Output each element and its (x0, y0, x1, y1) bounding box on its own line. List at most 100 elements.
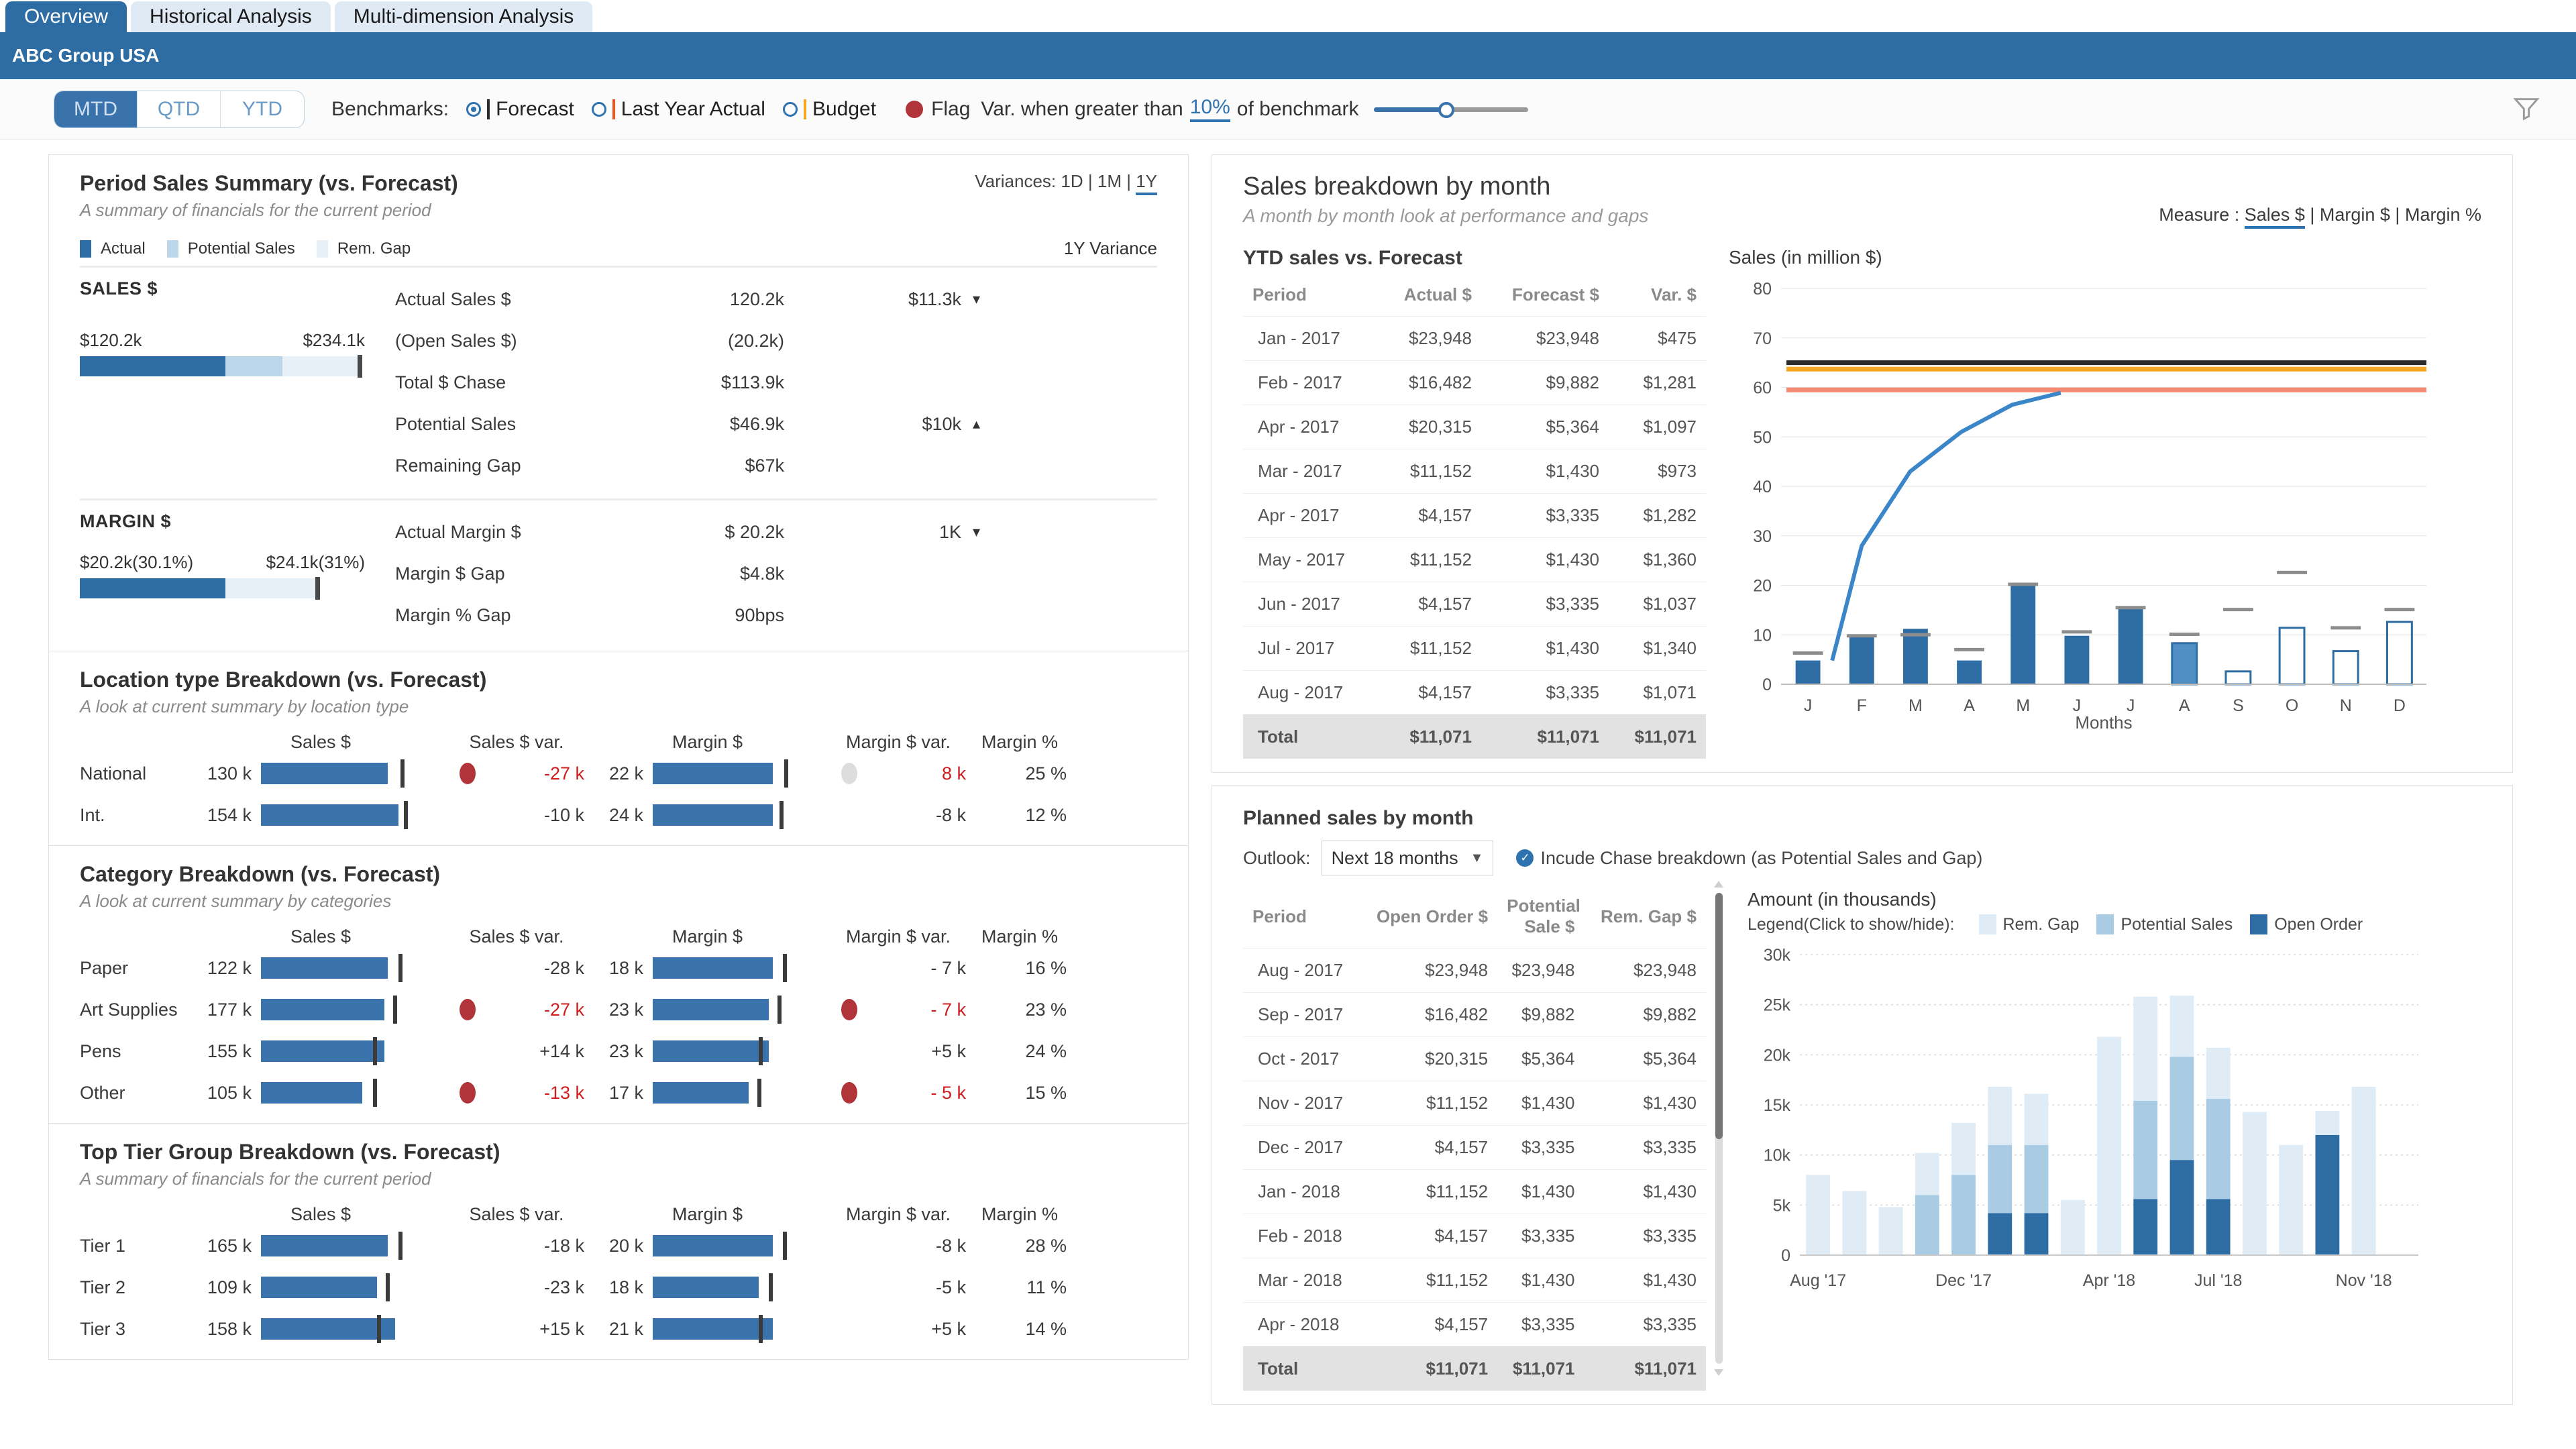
benchmark-budget-label: Budget (812, 98, 876, 121)
row-label: Art Supplies (80, 1000, 199, 1020)
measure-selector[interactable]: Measure : Sales $ | Margin $ | Margin % (2159, 205, 2481, 225)
bar-segment-rem-gap (2025, 1094, 2049, 1145)
benchmark-option-forecast[interactable]: Forecast (466, 98, 574, 121)
measure-option-sales[interactable]: Sales $ (2245, 205, 2305, 229)
row-sales-value: 158 k (199, 1319, 261, 1340)
bar-segment-potential-sales (2025, 1145, 2049, 1214)
threshold-slider[interactable] (1374, 101, 1528, 118)
row-margin-bar (653, 1230, 824, 1261)
measure-option-margin-pct[interactable]: Margin % (2405, 205, 2481, 225)
row-margin-variance: +5 k (824, 1319, 973, 1340)
table-row[interactable]: May - 2017$11,152$1,430$1,360 (1243, 538, 1706, 582)
caret-down-icon: ▾ (973, 523, 980, 541)
radio-icon-budget[interactable] (783, 102, 798, 117)
row-margin-bar (653, 994, 824, 1025)
table-row[interactable]: Feb - 2017$16,482$9,882$1,281 (1243, 361, 1706, 405)
table-row[interactable]: Jan - 2017$23,948$23,948$475 (1243, 317, 1706, 361)
variance-column-header: 1Y Variance (1064, 238, 1157, 259)
scrollbar-thumb[interactable] (1715, 893, 1723, 1139)
table-row[interactable]: Apr - 2017$20,315$5,364$1,097 (1243, 405, 1706, 449)
legend-swatch-open-order[interactable] (2250, 914, 2267, 934)
y-tick-label: 0 (1781, 1246, 1790, 1265)
table-row[interactable]: Aug - 2017$23,948$23,948$23,948 (1243, 949, 1706, 993)
tab-overview[interactable]: Overview (5, 1, 127, 32)
funnel-icon[interactable] (2512, 93, 2541, 125)
card-planned-sales-by-month: Planned sales by month Outlook: Next 18 … (1212, 785, 2513, 1405)
flag-threshold-percent[interactable]: 10% (1190, 96, 1230, 122)
radio-icon-last-year-actual[interactable] (592, 102, 606, 117)
metric-row-label: (Open Sales $) (395, 331, 616, 352)
table-row: Paper122 k-28 k18 k- 7 k16 % (80, 947, 1157, 989)
y-tick-label: 10 (1753, 626, 1772, 645)
table-row[interactable]: Jun - 2017$4,157$3,335$1,037 (1243, 582, 1706, 627)
table-row[interactable]: Nov - 2017$11,152$1,430$1,430 (1243, 1081, 1706, 1126)
table-row[interactable]: Mar - 2018$11,152$1,430$1,430 (1243, 1258, 1706, 1303)
tab-historical-analysis-label: Historical Analysis (150, 5, 312, 28)
table-row[interactable]: Apr - 2018$4,157$3,335$3,335 (1243, 1303, 1706, 1347)
row-margin-pct: 23 % (973, 1000, 1067, 1020)
table-total-row: Total$11,071$11,071$11,071 (1243, 715, 1706, 759)
table-cell: $1,360 (1609, 538, 1706, 582)
row-margin-variance: +5 k (824, 1041, 973, 1062)
metric-label-margin: MARGIN $ (80, 511, 395, 532)
variance-value: -23 k (544, 1277, 584, 1297)
slider-knob[interactable] (1438, 102, 1454, 118)
table-row[interactable]: Dec - 2017$4,157$3,335$3,335 (1243, 1126, 1706, 1170)
table-row[interactable]: Oct - 2017$20,315$5,364$5,364 (1243, 1037, 1706, 1081)
metric-row-label: Margin % Gap (395, 605, 616, 626)
segment-mtd[interactable]: MTD (54, 91, 138, 127)
row-margin-variance: -8 k (824, 1236, 973, 1256)
legend-swatch-potential-sales[interactable] (2096, 914, 2114, 934)
planned-table-scrollbar[interactable] (1713, 878, 1725, 1391)
bar-segment-rem-gap (1988, 1087, 2012, 1145)
table-row[interactable]: Mar - 2017$11,152$1,430$973 (1243, 449, 1706, 494)
tab-multi-dimension-analysis[interactable]: Multi-dimension Analysis (335, 1, 592, 32)
variance-option-1m[interactable]: 1M (1097, 171, 1122, 191)
radio-icon-forecast[interactable] (466, 102, 481, 117)
checkbox-checked-icon[interactable]: ✓ (1516, 849, 1534, 867)
legend-label-rem-gap[interactable]: Rem. Gap (2003, 915, 2080, 934)
outlook-dropdown[interactable]: Next 18 months ▼ (1322, 841, 1494, 875)
benchmark-tick (398, 1232, 402, 1260)
table-cell: $1,430 (1497, 1258, 1584, 1303)
table-cell: $5,364 (1585, 1037, 1706, 1081)
measure-option-margin-dollar[interactable]: Margin $ (2320, 205, 2390, 225)
table-cell: Jul - 2017 (1243, 627, 1377, 671)
legend-label-open-order[interactable]: Open Order (2274, 915, 2363, 934)
y-tick-label: 40 (1753, 478, 1772, 496)
variances-selector[interactable]: Variances: 1D | 1M | 1Y (975, 171, 1157, 192)
scroll-down-arrow-icon[interactable] (1714, 1369, 1723, 1376)
scroll-up-arrow-icon[interactable] (1714, 881, 1723, 888)
table-row[interactable]: Jan - 2018$11,152$1,430$1,430 (1243, 1170, 1706, 1214)
table-cell: $1,430 (1585, 1170, 1706, 1214)
metric-row: Potential Sales $46.9k $10k▴ (395, 403, 1157, 445)
location-breakdown-rows: National130 k-27 k22 k8 k25 %Int.154 k-1… (80, 753, 1157, 836)
segment-qtd-label: QTD (158, 98, 200, 121)
bar-actual (2064, 636, 2089, 684)
variance-option-1y[interactable]: 1Y (1136, 171, 1157, 195)
bar-segment-open-order (2170, 1160, 2194, 1255)
tab-historical-analysis[interactable]: Historical Analysis (131, 1, 331, 32)
row-margin-bar (653, 1272, 824, 1303)
segment-ytd[interactable]: YTD (221, 91, 304, 127)
x-tick-label: Dec '17 (1935, 1271, 1992, 1290)
table-row[interactable]: Aug - 2017$4,157$3,335$1,071 (1243, 671, 1706, 715)
chevron-down-icon: ▼ (1470, 851, 1484, 866)
table-row[interactable]: Feb - 2018$4,157$3,335$3,335 (1243, 1214, 1706, 1258)
table-row[interactable]: Apr - 2017$4,157$3,335$1,282 (1243, 494, 1706, 538)
variance-value: -28 k (544, 958, 584, 978)
bar-segment-potential-sales (1915, 1195, 1939, 1255)
table-row[interactable]: Jul - 2017$11,152$1,430$1,340 (1243, 627, 1706, 671)
table-row[interactable]: Sep - 2017$16,482$9,882$9,882 (1243, 993, 1706, 1037)
outlook-label: Outlook: (1243, 848, 1311, 869)
benchmark-option-last-year-actual[interactable]: Last Year Actual (592, 98, 765, 121)
segment-qtd[interactable]: QTD (138, 91, 221, 127)
include-chase-checkbox-wrap[interactable]: ✓ Incude Chase breakdown (as Potential S… (1516, 848, 1982, 869)
sales-stacked-bar (80, 356, 365, 376)
table-cell: $4,157 (1377, 582, 1481, 627)
legend-label-potential-sales[interactable]: Potential Sales (2121, 915, 2233, 934)
variance-option-1d[interactable]: 1D (1061, 171, 1083, 191)
table-cell: $9,882 (1585, 993, 1706, 1037)
legend-swatch-rem-gap[interactable] (1979, 914, 1996, 934)
benchmark-option-budget[interactable]: Budget (783, 98, 876, 121)
